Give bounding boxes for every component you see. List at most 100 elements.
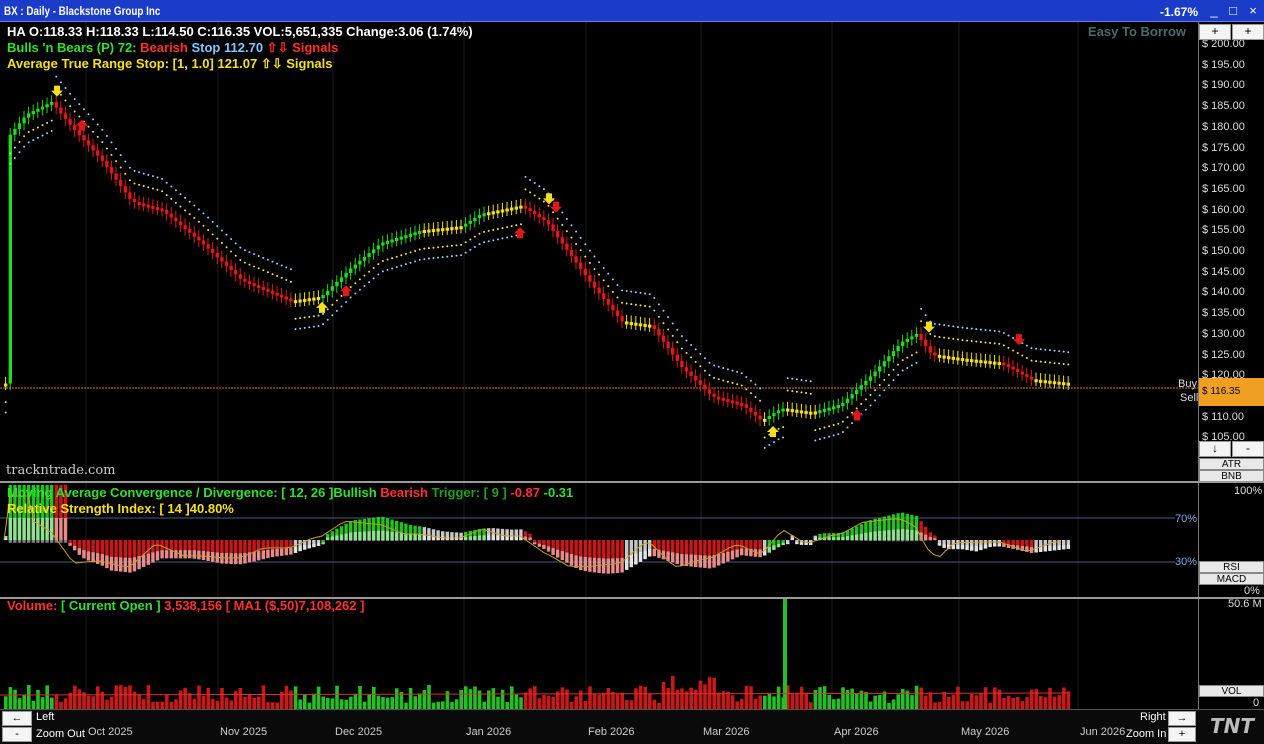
volume-bar	[243, 696, 247, 709]
zoom-in-label[interactable]: Zoom In	[1126, 728, 1167, 740]
candle-body	[960, 358, 965, 362]
candle-body	[266, 288, 270, 292]
bnb-signals: ⇧⇩ Signals	[266, 40, 339, 55]
volume-bar	[960, 701, 965, 709]
atr-stop-dot	[59, 93, 62, 96]
volume-bar	[197, 685, 201, 709]
atr-toggle-button[interactable]: ATR	[1199, 458, 1264, 470]
scroll-right-label[interactable]: Right	[1140, 711, 1166, 723]
candle-body	[22, 117, 26, 124]
bnb-stop-dot	[703, 357, 706, 360]
price-axis-label: $ 130.00	[1202, 327, 1245, 340]
volume-bar	[270, 702, 275, 709]
atr-stop-dot	[800, 391, 803, 394]
volume-bar	[579, 690, 583, 709]
macd-bar-highlight	[698, 555, 702, 568]
price-axis-label: $ 195.00	[1202, 58, 1245, 71]
volume-bar	[1057, 695, 1061, 709]
macd-bar-highlight	[464, 536, 468, 541]
bnb-stop-dot	[777, 438, 780, 441]
vol-toggle-button[interactable]: VOL	[1199, 685, 1264, 697]
atr-stop-dot	[740, 384, 743, 387]
atr-stop-dot	[478, 232, 481, 235]
atr-stop-dot	[878, 383, 881, 386]
bnb-stop-dot	[676, 328, 679, 331]
pane-divider[interactable]	[0, 481, 1264, 483]
bnb-stop-dot	[331, 314, 334, 317]
price-axis-label: $ 135.00	[1202, 307, 1245, 320]
scroll-left-label[interactable]: Left	[36, 711, 54, 723]
bnb-stop-dot	[634, 291, 637, 294]
candle-body	[372, 249, 376, 254]
axis-zoom-in-button-2[interactable]: +	[1232, 24, 1264, 40]
volume-bar	[937, 702, 942, 709]
candle-body	[620, 316, 624, 322]
close-button[interactable]: ×	[1245, 3, 1261, 19]
bnb-stop-dot	[906, 366, 909, 369]
volume-bar	[625, 699, 629, 709]
volume-bar	[878, 694, 882, 709]
volume-bar	[330, 698, 335, 709]
zoom-out-label[interactable]: Zoom Out	[36, 728, 85, 740]
macd-toggle-button[interactable]: MACD	[1199, 573, 1264, 585]
atr-stop-dot	[662, 322, 665, 325]
bnb-stop-dot	[759, 387, 762, 390]
rsi-toggle-button[interactable]: RSI	[1199, 561, 1264, 573]
candle-body	[477, 215, 482, 219]
candle-body	[427, 229, 431, 233]
atr-stop-dot	[211, 233, 214, 236]
atr-stop-dot	[312, 315, 315, 318]
atr-stop-dot	[529, 191, 532, 194]
macd-bar-highlight	[809, 542, 813, 546]
candle-body	[91, 145, 95, 151]
atr-stop-dot	[538, 197, 541, 200]
bnb-stop-dot	[938, 323, 941, 326]
macd-bar-highlight	[546, 546, 551, 552]
bnb-stop-dot	[464, 251, 467, 254]
maximize-button[interactable]: □	[1225, 3, 1241, 19]
atr-stop-dot	[1044, 361, 1047, 364]
bnb-stop-dot	[1062, 350, 1065, 353]
volume-bar	[790, 694, 795, 709]
candle-body	[956, 357, 960, 361]
macd-bar-highlight	[298, 546, 302, 552]
volume-bar	[192, 698, 197, 709]
candle-body	[183, 225, 187, 229]
volume-bar	[629, 700, 634, 709]
bnb-stop-dot	[584, 243, 587, 246]
atr-stop-dot	[110, 153, 113, 156]
axis-zoom-in-button[interactable]: +	[1199, 24, 1231, 40]
axis-scroll-down-button[interactable]: ↓	[1199, 441, 1231, 457]
axis-zoom-out-button[interactable]: -	[1232, 441, 1264, 457]
macd-bar-highlight	[238, 553, 242, 565]
candle-body	[408, 233, 413, 237]
volume-bar	[942, 692, 946, 709]
zoom-in-button[interactable]: +	[1168, 727, 1196, 742]
bnb-stop-dot	[749, 379, 752, 382]
volume-bar	[450, 702, 454, 709]
candle-body	[123, 186, 127, 193]
volume-bar	[1066, 691, 1071, 709]
candle-body	[413, 232, 417, 236]
atr-stop-dot	[138, 183, 141, 186]
scroll-right-button[interactable]: →	[1168, 711, 1196, 726]
volume-bar	[206, 687, 210, 709]
candle-body	[1043, 380, 1047, 384]
bnb-stop-dot	[593, 255, 596, 258]
volume-bar	[983, 687, 988, 709]
bnb-stop-dot	[124, 160, 127, 163]
bnb-stop-dot	[32, 139, 35, 142]
bnb-stop-dot	[611, 278, 614, 281]
candle-body	[579, 262, 583, 269]
macd-bar-highlight	[335, 535, 339, 541]
zoom-out-button[interactable]: -	[2, 727, 32, 742]
bnb-stop-dot	[386, 268, 389, 271]
bnb-stop-dot	[736, 370, 739, 373]
scroll-left-button[interactable]: ←	[2, 711, 32, 726]
minimize-button[interactable]: _	[1206, 3, 1222, 19]
volume-bar	[1034, 689, 1038, 709]
bnb-stop-dot	[266, 258, 269, 261]
volume-bar	[261, 685, 266, 709]
macd-bar-highlight	[500, 535, 505, 541]
macd-bar-highlight	[454, 536, 459, 541]
